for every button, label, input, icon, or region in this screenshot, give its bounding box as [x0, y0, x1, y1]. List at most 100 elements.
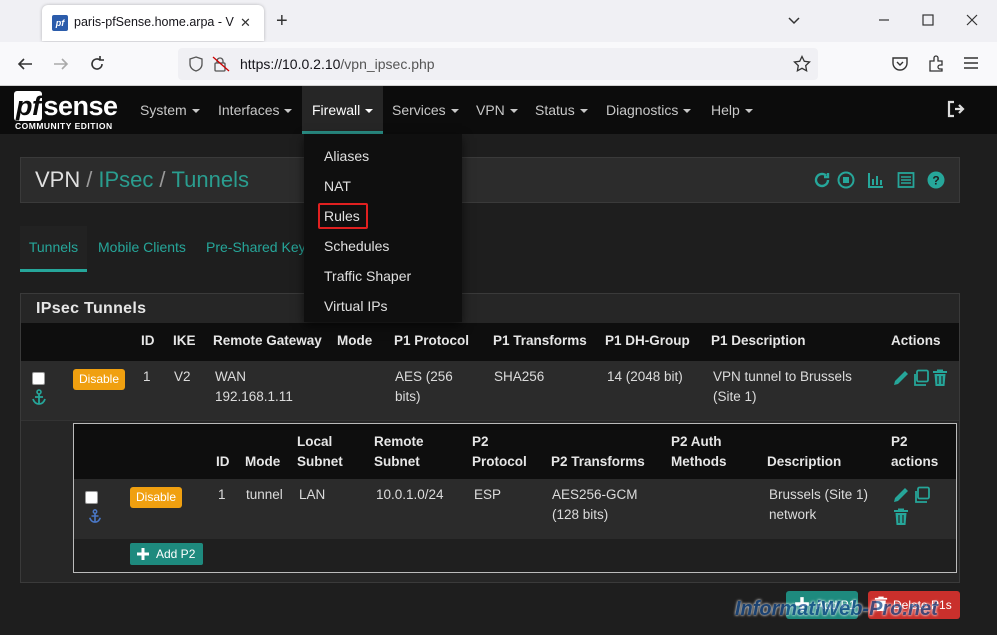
breadcrumb-ipsec[interactable]: IPsec [98, 167, 153, 192]
p2-header-actions: actions [891, 454, 939, 469]
logo-pf: pf [14, 91, 43, 121]
menu-services[interactable]: Services [382, 86, 469, 134]
tab-list-chevron-icon[interactable] [786, 12, 808, 32]
menu-item-schedules[interactable]: Schedules [324, 238, 389, 254]
browser-tab[interactable]: pf paris-pfSense.home.arpa - VPN ✕ [42, 5, 264, 41]
caret-down-icon [579, 109, 588, 113]
new-tab-icon[interactable]: + [276, 10, 288, 32]
back-arrow-icon[interactable] [16, 56, 34, 72]
status-chart-icon[interactable] [867, 171, 885, 189]
insecure-lock-icon[interactable] [212, 56, 230, 72]
page-header: VPN / IPsec / Tunnels ? [20, 157, 960, 203]
menu-item-virtual-ips[interactable]: Virtual IPs [324, 298, 388, 314]
caret-down-icon [450, 109, 459, 113]
p2-header-auth: P2 Auth [671, 434, 722, 449]
p1-transforms: SHA256 [494, 369, 545, 384]
pfsense-navbar: pf sense COMMUNITY EDITION System Interfa… [0, 86, 997, 134]
menu-help[interactable]: Help [701, 86, 763, 134]
menu-interfaces[interactable]: Interfaces [208, 86, 302, 134]
add-p2-label: Add P2 [156, 547, 196, 561]
p2-description-network: network [769, 507, 817, 522]
pfsense-logo[interactable]: pf sense COMMUNITY EDITION [14, 91, 124, 133]
menu-label: Interfaces [218, 102, 280, 118]
tab-close-icon[interactable]: ✕ [240, 15, 251, 31]
anchor-icon[interactable] [88, 509, 102, 523]
p1-row-checkbox[interactable] [32, 372, 45, 385]
url-path: /vpn_ipsec.php [340, 56, 435, 72]
maximize-icon[interactable] [920, 12, 942, 32]
trash-icon[interactable] [893, 508, 909, 526]
pfsense-favicon-icon: pf [52, 15, 68, 31]
trash-icon[interactable] [932, 369, 948, 387]
anchor-icon[interactable] [31, 389, 47, 405]
caret-down-icon [284, 109, 293, 113]
menu-item-aliases[interactable]: Aliases [324, 148, 369, 164]
p1-ike: V2 [174, 369, 191, 384]
menu-label: Status [535, 102, 575, 118]
forward-arrow-icon[interactable] [52, 56, 70, 72]
menu-item-nat[interactable]: NAT [324, 178, 351, 194]
p1-disable-button[interactable]: Disable [73, 369, 126, 390]
stop-service-icon[interactable] [837, 171, 855, 189]
p1-id: 1 [143, 369, 151, 384]
logs-list-icon[interactable] [897, 171, 915, 189]
p1-dh-group: 14 (2048 bit) [607, 369, 683, 384]
header-p1-transforms: P1 Transforms [493, 333, 587, 348]
p2-header-remote: Remote [374, 434, 424, 449]
p2-header-id: ID [216, 454, 230, 469]
p1-protocol: AES (256 [395, 369, 453, 384]
p2-mode: tunnel [246, 487, 283, 502]
rules-highlight-box [318, 203, 368, 229]
header-ike: IKE [173, 333, 196, 348]
restart-service-icon[interactable] [813, 171, 831, 189]
p1-description-site: (Site 1) [713, 389, 757, 404]
tab-tunnels[interactable]: Tunnels [20, 226, 87, 272]
header-remote-gateway: Remote Gateway [213, 333, 322, 348]
ipsec-tunnels-panel: IPsec Tunnels ID IKE Remote Gateway Mode… [20, 293, 960, 583]
p2-row-checkbox[interactable] [85, 491, 98, 504]
logo-wordmark: pf sense [14, 91, 118, 121]
minimize-icon[interactable] [876, 12, 898, 32]
tab-pre-shared-keys[interactable]: Pre-Shared Keys [206, 226, 313, 272]
panel-title: IPsec Tunnels [36, 300, 147, 317]
p2-disable-button[interactable]: Disable [130, 487, 183, 508]
menu-item-traffic-shaper[interactable]: Traffic Shaper [324, 268, 411, 284]
edit-pencil-icon[interactable] [892, 486, 910, 504]
menu-diagnostics[interactable]: Diagnostics [596, 86, 701, 134]
p2-description: Brussels (Site 1) [769, 487, 869, 502]
p1-gateway-ip: 192.168.1.11 [215, 389, 293, 404]
svg-text:?: ? [932, 174, 939, 188]
logout-icon[interactable] [946, 100, 966, 118]
p2-transforms-bits: (128 bits) [552, 507, 609, 522]
menu-vpn[interactable]: VPN [466, 86, 528, 134]
window-close-icon[interactable] [964, 12, 986, 32]
tab-mobile-clients[interactable]: Mobile Clients [98, 226, 186, 272]
menu-system[interactable]: System [130, 86, 210, 134]
menu-hamburger-icon[interactable] [963, 56, 979, 70]
reload-icon[interactable] [88, 55, 106, 73]
add-p2-button[interactable]: Add P2 [130, 543, 203, 565]
breadcrumb: VPN / IPsec / Tunnels [35, 167, 249, 193]
menu-status[interactable]: Status [525, 86, 598, 134]
bookmark-star-icon[interactable] [793, 55, 811, 73]
p2-protocol: ESP [474, 487, 502, 502]
menu-label: Help [711, 102, 740, 118]
copy-icon[interactable] [913, 486, 931, 504]
pocket-icon[interactable] [891, 55, 909, 73]
p2-header-local-subnet: Subnet [297, 454, 343, 469]
help-question-icon[interactable]: ? [927, 171, 945, 189]
caret-down-icon [683, 109, 692, 113]
menu-firewall[interactable]: Firewall [302, 86, 384, 134]
extensions-icon[interactable] [927, 55, 945, 73]
header-actions: Actions [891, 333, 941, 348]
shield-icon[interactable] [188, 56, 204, 72]
browser-tab-title: paris-pfSense.home.arpa - VPN [74, 15, 234, 29]
address-bar[interactable]: https://10.0.2.10/vpn_ipsec.php [178, 48, 818, 80]
copy-icon[interactable] [912, 369, 930, 387]
p1-actions [892, 369, 948, 387]
url-text[interactable]: https://10.0.2.10/vpn_ipsec.php [240, 56, 435, 72]
caret-down-icon [744, 109, 753, 113]
menu-label: VPN [476, 102, 505, 118]
breadcrumb-tunnels[interactable]: Tunnels [172, 167, 249, 192]
edit-pencil-icon[interactable] [892, 369, 910, 387]
